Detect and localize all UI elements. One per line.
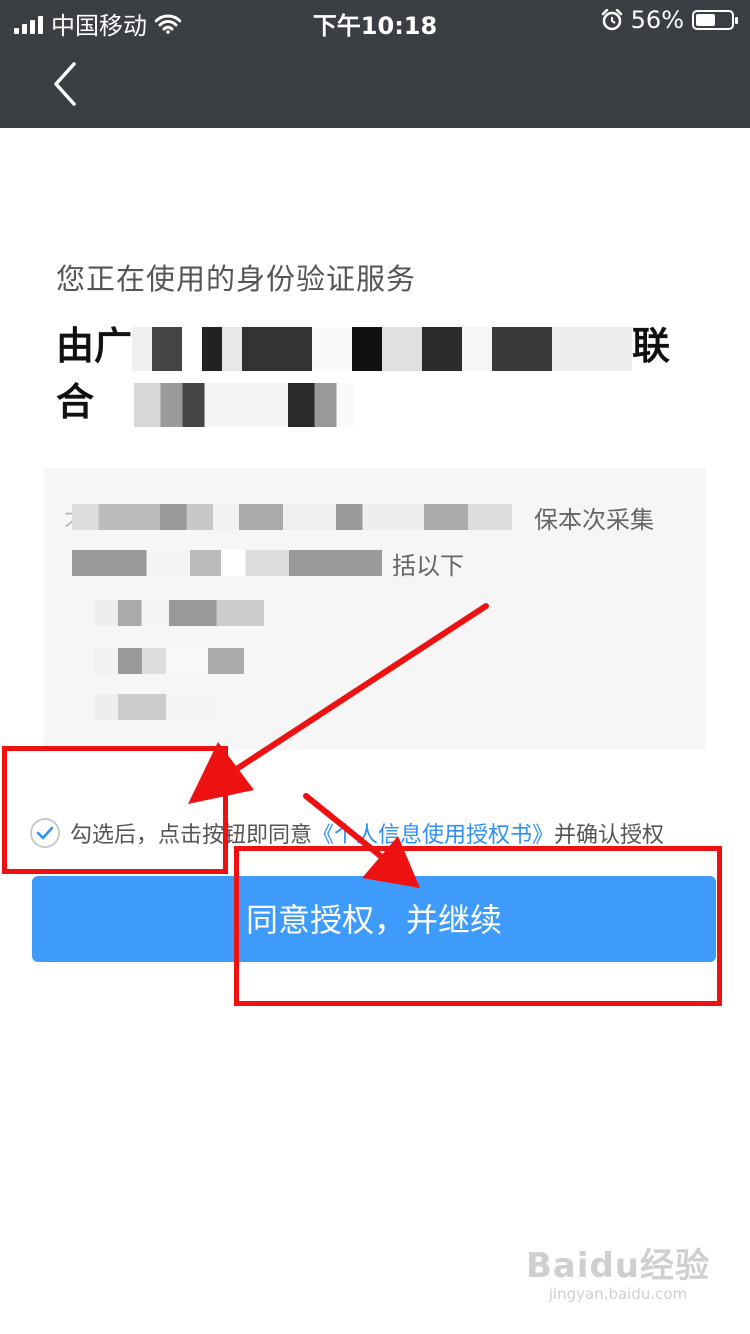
provider-line2-prefix: 合 xyxy=(56,380,95,424)
redacted-info-line xyxy=(94,694,214,720)
provider-suffix: 联 xyxy=(632,324,671,368)
redacted-info-line xyxy=(72,504,512,530)
battery-percent: 56% xyxy=(630,6,684,34)
redacted-info-line xyxy=(94,600,264,626)
redacted-info-line xyxy=(72,550,382,576)
check-icon xyxy=(36,826,54,840)
redacted-provider-text-2 xyxy=(134,382,355,427)
consent-text: 勾选后，点击按钮即同意 xyxy=(70,823,313,848)
consent-text-after: 并确认授权 xyxy=(554,823,665,848)
info-tail-1: 保本次采集 xyxy=(534,506,654,534)
watermark-url: jingyan.baidu.com xyxy=(548,1285,688,1303)
authorization-doc-link[interactable]: 《个人信息使用授权书》 xyxy=(312,817,554,849)
alarm-icon xyxy=(601,9,622,31)
status-right: 56% xyxy=(601,6,738,34)
watermark-logo: Baidu经验 xyxy=(525,1246,710,1286)
redacted-info-line xyxy=(94,648,244,674)
baidu-watermark: Baidu经验 jingyan.baidu.com xyxy=(526,1238,710,1303)
consent-row: 勾选后，点击按钮即同意 《个人信息使用授权书》 并确认授权 xyxy=(30,816,730,850)
info-box: 才 保本次采集 括以下 xyxy=(44,468,706,750)
redacted-provider-text xyxy=(132,326,633,371)
back-button[interactable] xyxy=(44,60,88,108)
provider-prefix: 由广 xyxy=(56,324,133,368)
battery-icon xyxy=(692,10,738,30)
status-bar: 中国移动 下午10:18 56% xyxy=(0,0,750,40)
chevron-left-icon xyxy=(54,62,76,106)
annotation-box-checkbox xyxy=(2,746,228,874)
nav-bar xyxy=(0,40,750,128)
consent-checkbox[interactable] xyxy=(30,818,60,848)
service-subtitle: 您正在使用的身份验证服务 xyxy=(56,262,417,296)
agree-continue-button[interactable]: 同意授权，并继续 xyxy=(32,876,716,962)
info-tail-2: 括以下 xyxy=(392,552,464,580)
battery-fill xyxy=(696,14,716,26)
provider-name: 由广 联 合 xyxy=(56,318,696,430)
